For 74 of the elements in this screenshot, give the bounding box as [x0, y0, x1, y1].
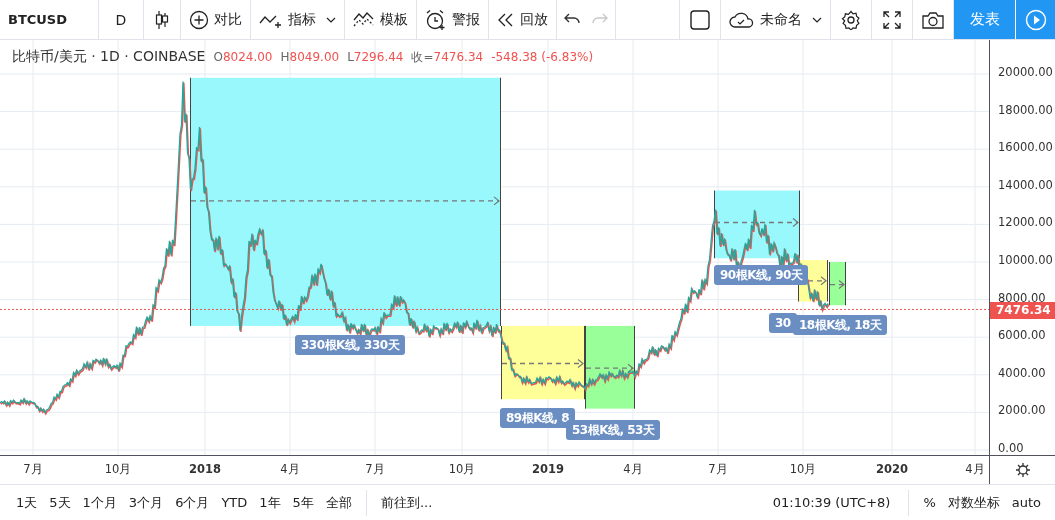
projection-box[interactable]: [585, 325, 635, 410]
settings-icon[interactable]: [1014, 462, 1031, 478]
price-change: -548.38 (-6.83%): [491, 50, 594, 64]
range-button[interactable]: YTD: [215, 495, 254, 510]
percent-toggle[interactable]: %: [917, 495, 942, 510]
range-label: 330根K线, 330天: [295, 335, 406, 355]
dashed-arrow: [829, 279, 845, 290]
cloud-icon: [729, 10, 755, 29]
time-axis-label: 10月: [103, 462, 133, 477]
log-scale-toggle[interactable]: 对数坐标: [941, 493, 1006, 512]
projection-box[interactable]: [829, 261, 846, 306]
time-axis-label: 10月: [447, 462, 477, 477]
range-button[interactable]: 1天: [10, 493, 44, 512]
time-axis-label: 2018: [188, 462, 222, 476]
price-axis-label: 14000.00: [998, 177, 1053, 192]
price-axis-label: 10000.00: [998, 253, 1053, 267]
ohlc-value: H8049.00: [280, 50, 340, 64]
settings-icon[interactable]: [841, 9, 861, 30]
price-axis-label: 12000.00: [998, 215, 1053, 230]
play-icon: [1024, 8, 1047, 31]
time-axis-label: 7月: [22, 462, 44, 477]
symbol-title: 比特币/美元 · 1D · COINBASE: [12, 48, 206, 66]
projection-box[interactable]: [501, 325, 585, 400]
price-axis-label: 2000.00: [998, 403, 1046, 418]
alarm-clock-icon: [425, 8, 447, 31]
indicators-button[interactable]: 指标: [259, 10, 316, 29]
square-icon[interactable]: [690, 9, 710, 30]
range-button[interactable]: 5天: [43, 493, 77, 512]
range-button[interactable]: 1个月: [76, 493, 123, 512]
time-axis-label: 4月: [964, 462, 986, 477]
layout-name-button[interactable]: 未命名: [729, 10, 802, 29]
current-price-tag: 7476.34: [990, 302, 1055, 320]
compare-button[interactable]: 对比: [189, 9, 242, 30]
time-axis-label: 10月: [788, 462, 818, 477]
ohlc-value: 收=7476.34: [411, 49, 484, 66]
interval-button[interactable]: D: [115, 11, 127, 28]
range-label: 53根K线, 53天: [566, 420, 661, 440]
plus-circle-icon: [189, 9, 209, 30]
price-axis-label: 8000.00: [998, 290, 1046, 305]
caret-down-icon[interactable]: [812, 16, 822, 23]
ohlc-value: O8024.00: [213, 50, 273, 64]
symbol-button[interactable]: BTCUSD: [8, 12, 68, 27]
candlestick-icon[interactable]: [155, 9, 169, 30]
time-axis-label: 2019: [531, 462, 565, 476]
range-button[interactable]: 全部: [319, 493, 358, 512]
range-button[interactable]: 5年: [286, 493, 320, 512]
price-axis-label: 18000.00: [998, 102, 1053, 117]
price-axis-label: 4000.00: [998, 365, 1046, 380]
play-button[interactable]: [1015, 0, 1055, 39]
clock-time: 01:10:39 (UTC+8): [772, 495, 892, 510]
rewind-icon: [497, 12, 515, 27]
go-to-button[interactable]: 前往到...: [374, 493, 439, 512]
range-label: 90根K线, 90天: [714, 265, 809, 285]
time-axis-label: 4月: [622, 462, 644, 477]
range-button[interactable]: 1年: [253, 493, 287, 512]
time-axis-label: 7月: [707, 462, 729, 477]
price-axis-label: 16000.00: [998, 140, 1053, 155]
caret-down-icon[interactable]: [326, 16, 336, 23]
alerts-button[interactable]: 警报: [425, 8, 480, 31]
price-axis-label: 6000.00: [998, 328, 1046, 343]
time-axis-label: 4月: [279, 462, 301, 477]
range-label: 18根K线, 18天: [793, 315, 888, 335]
price-axis-label: 0.00: [998, 441, 1024, 455]
fullscreen-icon[interactable]: [883, 10, 901, 29]
range-button[interactable]: 3个月: [122, 493, 170, 512]
time-axis-label: 2020: [875, 462, 909, 476]
ohlc-value: L7296.44: [347, 50, 404, 64]
camera-icon[interactable]: [922, 10, 944, 29]
range-button[interactable]: 6个月: [169, 493, 216, 512]
replay-button[interactable]: 回放: [497, 10, 548, 29]
auto-scale-toggle[interactable]: auto: [1005, 495, 1047, 510]
templates-button[interactable]: 模板: [353, 9, 408, 30]
time-axis-label: 7月: [364, 462, 386, 477]
price-axis-label: 20000.00: [998, 65, 1053, 79]
